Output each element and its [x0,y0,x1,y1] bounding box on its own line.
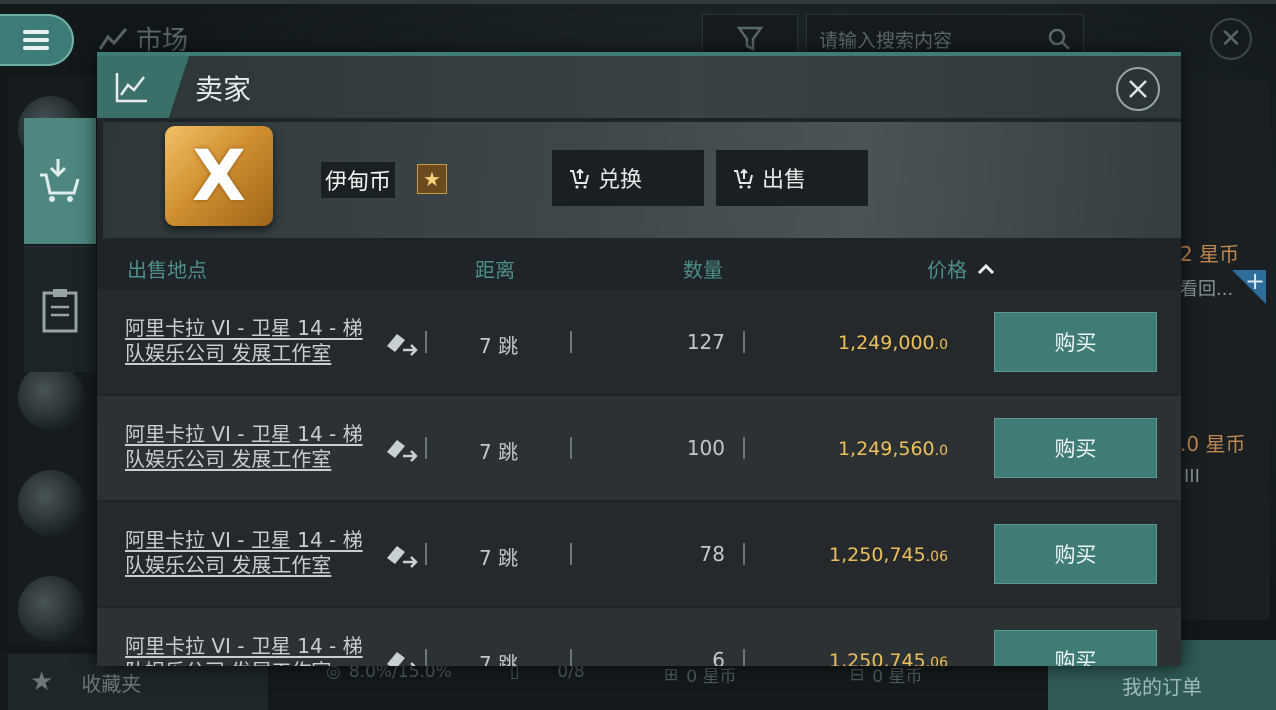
listing-price: .0 星币 [1180,432,1246,456]
sale-location-link[interactable]: 阿里卡拉 VI - 卫星 14 - 梯队娱乐公司 发展工作室 [125,422,365,472]
register-icon: ⊟ [850,664,865,685]
price-value: 1,250,745.06 [829,544,948,566]
favorite-star-icon[interactable]: ★ [417,164,447,194]
exchange-icon [570,168,589,189]
header-location[interactable]: 出售地点 [127,254,207,283]
column-divider [570,331,572,353]
route-icon[interactable] [383,434,419,464]
price-main: 1,249,560 [837,438,935,460]
column-divider [425,649,427,666]
price-main: 1,250,745 [829,650,926,666]
price-main: 1,250,745 [829,544,926,566]
listing-column [1180,80,1270,620]
category-icon[interactable] [18,576,84,642]
tab-buy[interactable] [24,118,96,244]
sell-button[interactable]: 出售 [716,150,868,206]
quantity-value: 127 [686,330,725,354]
sell-icon [734,168,753,189]
route-icon[interactable] [383,646,419,666]
search-placeholder: 请输入搜索内容 [819,29,953,52]
listing-subtitle: 看回... [1180,279,1234,300]
header-distance[interactable]: 距离 [475,254,515,283]
buy-button[interactable]: 购买 [994,418,1157,478]
hamburger-icon [23,30,49,50]
exchange-label: 兑换 [598,168,643,193]
column-divider [743,649,745,666]
clipboard-icon [42,288,78,332]
quantity-value: 100 [686,436,725,460]
distance-value: 7 跳 [479,652,519,666]
sell-label: 出售 [762,168,807,193]
column-divider [743,437,745,459]
tab-orders[interactable] [24,246,96,372]
quantity-value: 78 [699,542,725,566]
star-icon: ★ [30,667,54,697]
price-value: 1,249,000.0 [838,332,948,354]
dialog-header: 卖家 [97,56,1181,118]
price-value: 1,249,560.0 [838,438,948,460]
price-decimals: .06 [925,549,948,565]
sort-ascending-icon [977,263,995,274]
distance-value: 7 跳 [479,546,519,570]
item-coin-icon: X [165,126,273,226]
column-divider [425,331,427,353]
item-banner: X 伊甸币 ★ 兑换 出售 [103,122,1181,238]
trend-icon [98,27,128,50]
price-decimals: .06 [925,655,948,666]
route-icon[interactable] [383,540,419,570]
price-decimals: .0 [934,337,948,353]
distance-value: 7 跳 [479,440,519,464]
dialog-close-button[interactable] [1116,67,1160,111]
close-icon: ✕ [1220,24,1242,54]
route-icon[interactable] [383,328,419,358]
column-divider [425,437,427,459]
column-divider [425,543,427,565]
column-divider [743,331,745,353]
cart-download-icon [40,159,80,202]
menu-button[interactable] [0,14,74,66]
seller-dialog: 卖家 X 伊甸币 ★ 兑换 出售 出售地点 距离 数量 价格 阿里卡拉 VI -… [97,52,1181,666]
header-quantity[interactable]: 数量 [683,254,723,283]
buy-button[interactable]: 购买 [994,524,1157,584]
dialog-title: 卖家 [195,73,252,106]
top-bar [0,0,1276,4]
filter-icon [736,26,764,52]
favorites-label: 收藏夹 [81,671,142,696]
price-value: 1,250,745.06 [829,650,948,666]
market-screen: 市场 请输入搜索内容 ✕ 2 星币 看回... + .0 星币 III ★ 收藏… [0,0,1276,710]
quantity-value: 6 [712,648,725,666]
price-decimals: .0 [934,443,948,459]
header-price[interactable]: 价格 [927,254,995,283]
close-icon [1129,80,1147,98]
header-price-label: 价格 [927,258,967,282]
column-divider [743,543,745,565]
table-row: 阿里卡拉 VI - 卫星 14 - 梯队娱乐公司 发展工作室 7 跳 127 1… [97,290,1181,394]
buy-button[interactable]: 购买 [994,312,1157,372]
category-icon[interactable] [18,470,84,536]
sale-location-link[interactable]: 阿里卡拉 VI - 卫星 14 - 梯队娱乐公司 发展工作室 [125,634,365,666]
sale-location-link[interactable]: 阿里卡拉 VI - 卫星 14 - 梯队娱乐公司 发展工作室 [125,316,365,366]
exchange-button[interactable]: 兑换 [552,150,704,206]
price-main: 1,249,000 [837,332,935,354]
table-row: 阿里卡拉 VI - 卫星 14 - 梯队娱乐公司 发展工作室 7 跳 6 1,2… [97,608,1181,666]
chart-icon [115,73,147,103]
table-row: 阿里卡拉 VI - 卫星 14 - 梯队娱乐公司 发展工作室 7 跳 100 1… [97,396,1181,500]
distance-value: 7 跳 [479,334,519,358]
column-divider [570,543,572,565]
item-name: 伊甸币 [321,162,396,198]
column-divider [570,649,572,666]
listing-price: 2 星币 [1180,242,1240,266]
cart-icon: ⊞ [664,664,679,685]
table-row: 阿里卡拉 VI - 卫星 14 - 梯队娱乐公司 发展工作室 7 跳 78 1,… [97,502,1181,606]
column-divider [570,437,572,459]
market-close-button[interactable]: ✕ [1210,18,1252,60]
buy-button[interactable]: 购买 [994,630,1157,666]
listing-subtitle: III [1184,466,1200,487]
search-icon[interactable] [1047,27,1071,51]
category-icon[interactable] [18,364,84,430]
dialog-icon-tab [97,56,189,118]
sale-location-link[interactable]: 阿里卡拉 VI - 卫星 14 - 梯队娱乐公司 发展工作室 [125,528,365,578]
